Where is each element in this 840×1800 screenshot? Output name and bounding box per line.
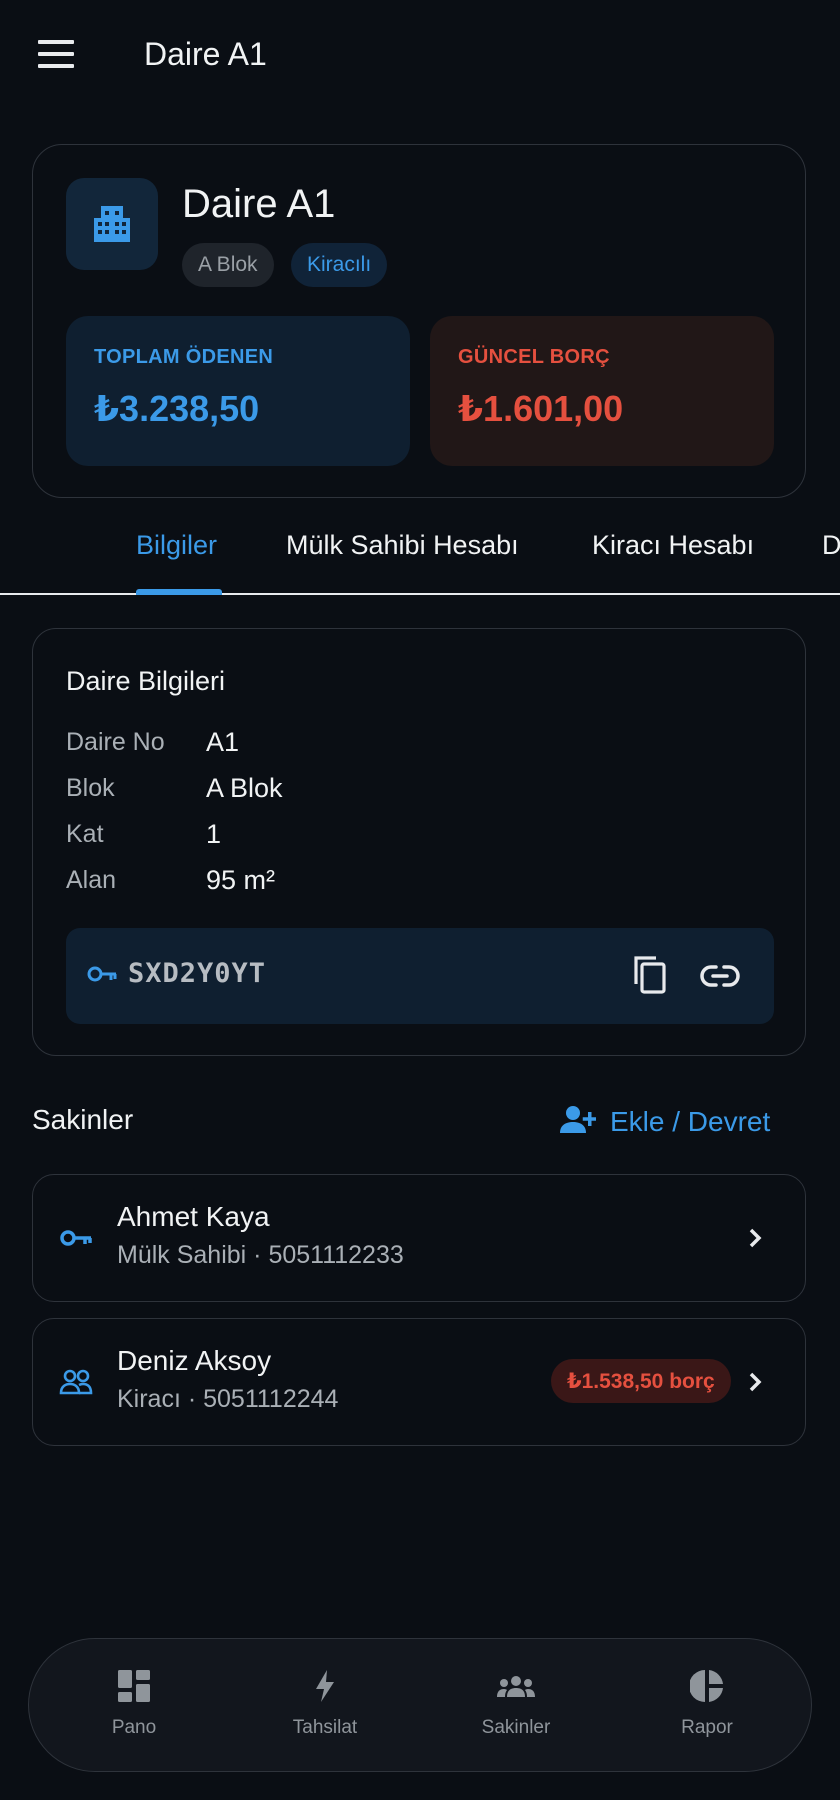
resident-item[interactable]: Ahmet Kaya Mülk Sahibi · 5051112233: [32, 1174, 806, 1302]
bolt-icon: [316, 1670, 334, 1702]
add-transfer-button[interactable]: Ekle / Devret: [560, 1100, 770, 1144]
group-icon: [497, 1676, 535, 1697]
block-value: A Blok: [206, 773, 283, 803]
resident-name: Ahmet Kaya: [117, 1201, 270, 1232]
link-icon[interactable]: [700, 958, 744, 994]
tab-info[interactable]: Bilgiler: [136, 530, 217, 561]
total-paid-label: TOPLAM ÖDENEN: [94, 346, 274, 368]
area-value: 95 m²: [206, 865, 276, 895]
tab-bar: Bilgiler Mülk Sahibi Hesabı Kiracı Hesab…: [0, 510, 840, 596]
residents-title: Sakinler: [32, 1104, 134, 1135]
nav-label-dashboard: Pano: [111, 1717, 157, 1738]
resident-role-phone: Kiracı · 5051112244: [117, 1385, 339, 1413]
key-icon: [59, 1221, 93, 1255]
copy-icon[interactable]: [632, 954, 672, 998]
menu-icon[interactable]: [30, 36, 82, 76]
chevron-right-icon: [745, 1223, 767, 1253]
tab-indicator: [136, 589, 222, 595]
page-title: Daire A1: [144, 36, 267, 72]
debt-badge: ₺1.538,50 borç: [551, 1359, 731, 1403]
block-chip: A Blok: [182, 243, 274, 287]
current-debt-stat: GÜNCEL BORÇ ₺1.601,00: [430, 316, 774, 466]
total-paid-stat: TOPLAM ÖDENEN ₺3.238,50: [66, 316, 410, 466]
app-bar: Daire A1: [0, 0, 840, 112]
area-label: Alan: [66, 866, 117, 894]
tab-owner-account[interactable]: Mülk Sahibi Hesabı: [286, 530, 519, 561]
bottom-navigation: Pano Tahsilat Sakinler Rapor: [28, 1638, 812, 1772]
chevron-right-icon: [745, 1367, 767, 1397]
unit-no-label: Daire No: [66, 728, 165, 756]
tab-more[interactable]: D: [822, 530, 840, 561]
floor-label: Kat: [66, 820, 104, 848]
unit-name: Daire A1: [182, 182, 336, 226]
pie-chart-icon: [690, 1670, 723, 1702]
dashboard-icon: [118, 1670, 150, 1702]
nav-item-residents[interactable]: Sakinler: [441, 1669, 591, 1739]
nav-item-collections[interactable]: Tahsilat: [250, 1669, 400, 1739]
resident-item[interactable]: Deniz Aksoy Kiracı · 5051112244 ₺1.538,5…: [32, 1318, 806, 1446]
current-debt-label: GÜNCEL BORÇ: [458, 346, 610, 368]
add-transfer-label: Ekle / Devret: [610, 1106, 771, 1137]
tab-divider: [0, 593, 840, 595]
current-debt-value: ₺1.601,00: [458, 388, 624, 429]
person-add-icon: [560, 1105, 597, 1140]
tab-tenant-account[interactable]: Kiracı Hesabı: [592, 530, 754, 561]
nav-item-dashboard[interactable]: Pano: [59, 1669, 209, 1739]
resident-role-phone: Mülk Sahibi · 5051112233: [117, 1241, 404, 1269]
nav-label-report: Rapor: [681, 1717, 733, 1738]
building-icon: [66, 178, 158, 270]
nav-label-residents: Sakinler: [481, 1717, 551, 1738]
floor-value: 1: [206, 819, 222, 849]
nav-item-report[interactable]: Rapor: [632, 1669, 782, 1739]
invite-code: SXD2Y0YT: [128, 958, 267, 989]
key-icon: [86, 962, 118, 991]
block-label: Blok: [66, 774, 115, 802]
unit-no-value: A1: [206, 727, 240, 757]
nav-label-collections: Tahsilat: [292, 1717, 358, 1738]
status-chip: Kiracılı: [291, 243, 388, 287]
unit-info-title: Daire Bilgileri: [66, 666, 226, 696]
people-icon: [59, 1365, 93, 1399]
total-paid-value: ₺3.238,50: [94, 388, 260, 429]
resident-name: Deniz Aksoy: [117, 1345, 272, 1376]
